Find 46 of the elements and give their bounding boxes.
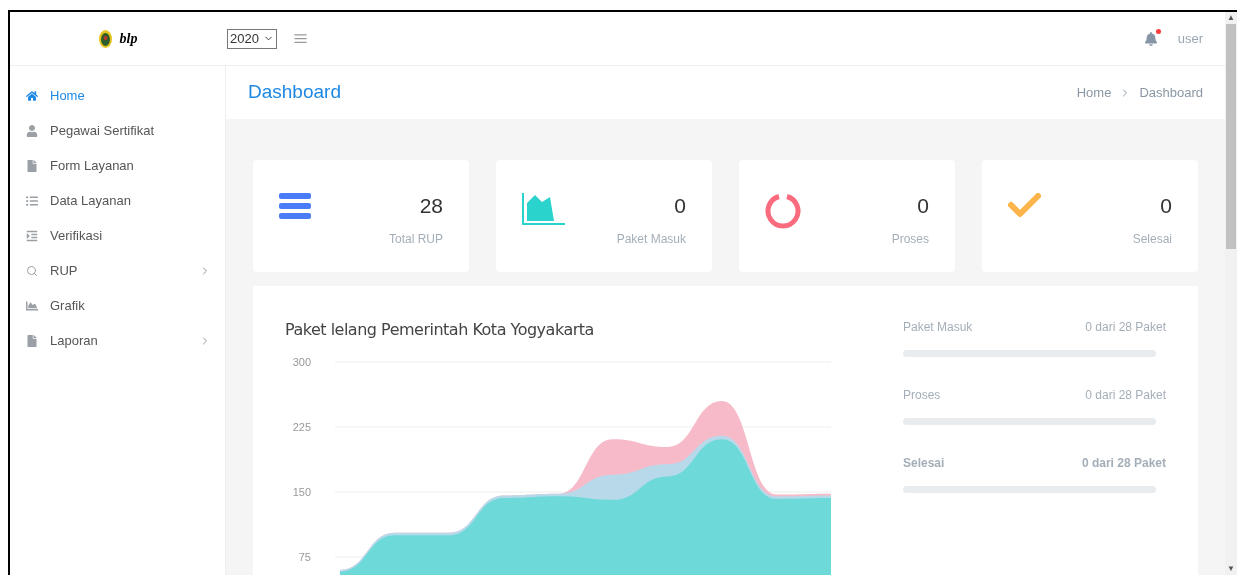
sidebar-item[interactable]: RUP (10, 253, 225, 288)
stat-label: Proses (891, 231, 929, 248)
emblem-logo-icon (98, 29, 112, 48)
home-icon (26, 89, 38, 102)
search-icon (26, 264, 38, 277)
stat-label: Selesai (1132, 231, 1172, 248)
axis-tick-label: 300 (292, 356, 311, 368)
chart-title: Paket lelang Pemerintah Kota Yogyakarta (285, 320, 594, 339)
brand-name: blp (119, 30, 138, 48)
indent-list-icon (26, 229, 38, 242)
user-icon (26, 124, 38, 137)
sidebar-item[interactable]: Grafik (10, 288, 225, 323)
stat-value: 0 (674, 195, 686, 216)
document-icon (26, 334, 38, 347)
sidebar-item[interactable]: Data Layanan (10, 183, 225, 218)
stat-value: 28 (419, 195, 443, 216)
menu-icon[interactable] (292, 31, 308, 46)
axis-tick-label: 75 (298, 551, 311, 563)
sidebar-item[interactable]: Laporan (10, 323, 225, 358)
sidebar-item[interactable]: Verifikasi (10, 218, 225, 253)
scroll-up-arrow[interactable]: ▲ (1227, 12, 1235, 24)
area-chart-icon (26, 299, 38, 312)
page-title: Dashboard (248, 80, 342, 105)
stat-value: 0 (917, 195, 929, 216)
notification-bell-icon[interactable] (1143, 31, 1158, 46)
progress-reading: 0 dari 28 Paket (1085, 387, 1166, 404)
stat-value: 0 (1160, 195, 1172, 216)
stat-label: Total RUP (388, 231, 443, 248)
progress-reading: 0 dari 28 Paket (1085, 319, 1166, 336)
scroll-down-arrow[interactable]: ▼ (1227, 563, 1235, 575)
progress-label: Proses (903, 387, 941, 404)
axis-tick-label: 225 (292, 421, 311, 433)
sidebar-item[interactable]: Home (10, 78, 225, 113)
year-select[interactable]: 2020 (227, 28, 277, 49)
scrollbar[interactable]: ▲ ▼ (1225, 12, 1237, 575)
list-icon (26, 194, 38, 207)
document-icon (26, 159, 38, 172)
breadcrumb-item: Dashboard (1139, 83, 1203, 102)
sidebar-item[interactable]: Form Layanan (10, 148, 225, 183)
progress-label: Paket Masuk (903, 319, 973, 336)
axis-tick-label: 150 (292, 486, 311, 498)
progress-reading: 0 dari 28 Paket (1081, 455, 1166, 472)
sidebar-item[interactable]: Pegawai Sertifikat (10, 113, 225, 148)
scrollbar-thumb[interactable] (1226, 24, 1236, 249)
stat-label: Paket Masuk (616, 231, 686, 248)
progress-label: Selesai (903, 455, 945, 472)
